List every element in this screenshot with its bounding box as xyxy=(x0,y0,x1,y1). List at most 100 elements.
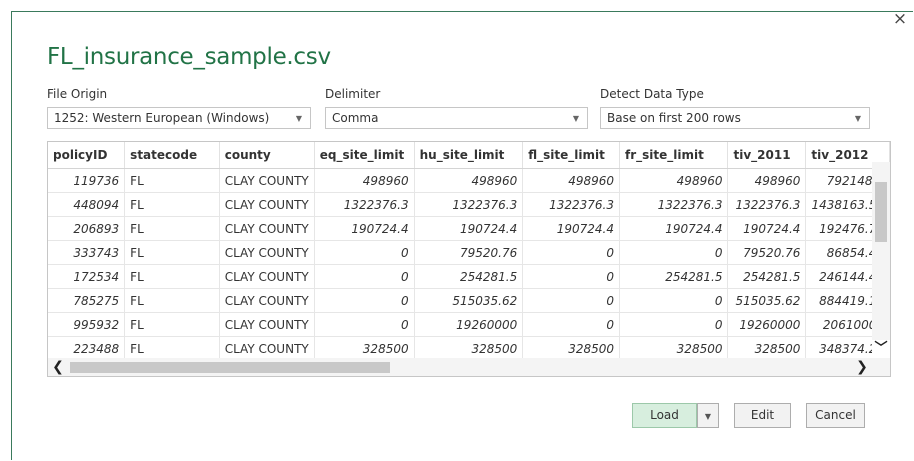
table-cell: CLAY COUNTY xyxy=(219,168,315,193)
table-cell: 206893 xyxy=(48,216,126,241)
table-cell: 328500 xyxy=(727,336,807,361)
table-cell: FL xyxy=(124,240,220,265)
table-cell: 498960 xyxy=(314,168,415,193)
table-cell: 0 xyxy=(522,240,620,265)
detect-type-value: Base on first 200 rows xyxy=(607,111,741,125)
edit-button[interactable]: Edit xyxy=(734,403,791,428)
table-cell: 0 xyxy=(522,312,620,337)
file-origin-label: File Origin xyxy=(47,87,108,101)
table-cell: 0 xyxy=(314,312,415,337)
table-cell: FL xyxy=(124,192,220,217)
table-cell: 1322376.3 xyxy=(414,192,524,217)
table-row: 333743 FL CLAY COUNTY 0 79520.76 0 0 79520.76 86… xyxy=(48,240,890,265)
table-cell: 498960 xyxy=(414,168,524,193)
table-cell: 515035.62 xyxy=(414,288,524,313)
column-header[interactable]: statecode xyxy=(124,142,220,169)
chevron-down-icon: ▼ xyxy=(854,114,861,123)
column-header[interactable]: hu_site_limit xyxy=(414,142,524,169)
table-cell: 254281.5 xyxy=(414,264,524,289)
table-cell: 19260000 xyxy=(727,312,807,337)
column-header[interactable]: fr_site_limit xyxy=(619,142,729,169)
table-cell: FL xyxy=(124,288,220,313)
table-cell: 0 xyxy=(522,288,620,313)
file-origin-value: 1252: Western European (Windows) xyxy=(54,111,270,125)
table-cell: CLAY COUNTY xyxy=(219,336,315,361)
table-cell: 328500 xyxy=(414,336,524,361)
chevron-down-icon: ▼ xyxy=(704,412,712,421)
table-cell: 190724.4 xyxy=(619,216,729,241)
column-header[interactable]: fl_site_limit xyxy=(522,142,620,169)
table-cell: 190724.4 xyxy=(522,216,620,241)
table-cell: 79520.76 xyxy=(414,240,524,265)
detect-type-label: Detect Data Type xyxy=(600,87,704,101)
table-header-row: policyID statecode county eq_site_limit hu_s… xyxy=(48,142,890,169)
table-cell: 448094 xyxy=(48,192,126,217)
vertical-scroll-thumb[interactable] xyxy=(875,182,887,242)
table-cell: 1322376.3 xyxy=(522,192,620,217)
vertical-scrollbar[interactable] xyxy=(872,162,890,354)
table-cell: CLAY COUNTY xyxy=(219,312,315,337)
table-cell: 119736 xyxy=(48,168,126,193)
table-cell: 254281.5 xyxy=(727,264,807,289)
table-cell: 515035.62 xyxy=(727,288,807,313)
column-header[interactable]: county xyxy=(219,142,315,169)
load-options-button[interactable]: ▼ xyxy=(697,403,719,428)
horizontal-scroll-thumb[interactable] xyxy=(70,362,390,373)
table-cell: 1322376.3 xyxy=(727,192,807,217)
table-cell: 0 xyxy=(619,288,729,313)
chevron-down-icon: ▼ xyxy=(572,114,579,123)
scroll-right-icon[interactable]: ❯ xyxy=(852,358,872,376)
table-cell: 333743 xyxy=(48,240,126,265)
table-cell: 0 xyxy=(314,288,415,313)
table-cell: 328500 xyxy=(522,336,620,361)
table-cell: 0 xyxy=(619,240,729,265)
table-cell: CLAY COUNTY xyxy=(219,192,315,217)
table-cell: CLAY COUNTY xyxy=(219,264,315,289)
scroll-down-icon[interactable]: ﹀ xyxy=(872,340,890,358)
table-row: 119736 FL CLAY COUNTY 498960 498960 498960 498… xyxy=(48,168,890,193)
table-row: 995932 FL CLAY COUNTY 0 19260000 0 0 19260000 20… xyxy=(48,312,890,337)
table-cell: FL xyxy=(124,336,220,361)
table-cell: 498960 xyxy=(727,168,807,193)
table-cell: 498960 xyxy=(619,168,729,193)
close-icon[interactable]: × xyxy=(892,10,908,28)
delimiter-select[interactable]: Comma ▼ xyxy=(325,107,588,129)
column-header[interactable]: tiv_2011 xyxy=(727,142,807,169)
preview-grid[interactable]: policyID statecode county eq_site_limit hu_s… xyxy=(47,141,891,377)
table-cell: 0 xyxy=(619,312,729,337)
table-cell: FL xyxy=(124,312,220,337)
edit-button-label: Edit xyxy=(750,408,775,422)
scroll-left-icon[interactable]: ❮ xyxy=(48,358,68,376)
table-row: 785275 FL CLAY COUNTY 0 515035.62 0 0 515035.62… xyxy=(48,288,890,313)
detect-type-select[interactable]: Base on first 200 rows ▼ xyxy=(600,107,870,129)
load-button-label: Load xyxy=(650,408,679,422)
cancel-button[interactable]: Cancel xyxy=(806,403,865,428)
table-row: 172534 FL CLAY COUNTY 0 254281.5 0 254281.5 254… xyxy=(48,264,890,289)
table-cell: 190724.4 xyxy=(414,216,524,241)
preview-table: policyID statecode county eq_site_limit hu_s… xyxy=(48,142,890,361)
table-cell: 328500 xyxy=(619,336,729,361)
table-cell: 254281.5 xyxy=(619,264,729,289)
table-cell: CLAY COUNTY xyxy=(219,240,315,265)
load-button[interactable]: Load xyxy=(632,403,697,428)
table-cell: 190724.4 xyxy=(314,216,415,241)
table-cell: FL xyxy=(124,168,220,193)
file-origin-select[interactable]: 1252: Western European (Windows) ▼ xyxy=(47,107,311,129)
table-cell: 1322376.3 xyxy=(619,192,729,217)
table-cell: 190724.4 xyxy=(727,216,807,241)
table-cell: 1322376.3 xyxy=(314,192,415,217)
horizontal-scrollbar[interactable]: ❮ ❯ xyxy=(48,358,890,376)
table-cell: 0 xyxy=(522,264,620,289)
table-cell: CLAY COUNTY xyxy=(219,216,315,241)
table-cell: 0 xyxy=(314,240,415,265)
table-cell: 223488 xyxy=(48,336,126,361)
table-cell: CLAY COUNTY xyxy=(219,288,315,313)
delimiter-label: Delimiter xyxy=(325,87,381,101)
column-header[interactable]: policyID xyxy=(48,142,126,169)
table-cell: 19260000 xyxy=(414,312,524,337)
table-cell: 995932 xyxy=(48,312,126,337)
table-cell: 0 xyxy=(314,264,415,289)
table-cell: FL xyxy=(124,264,220,289)
column-header[interactable]: eq_site_limit xyxy=(314,142,415,169)
table-cell: 328500 xyxy=(314,336,415,361)
